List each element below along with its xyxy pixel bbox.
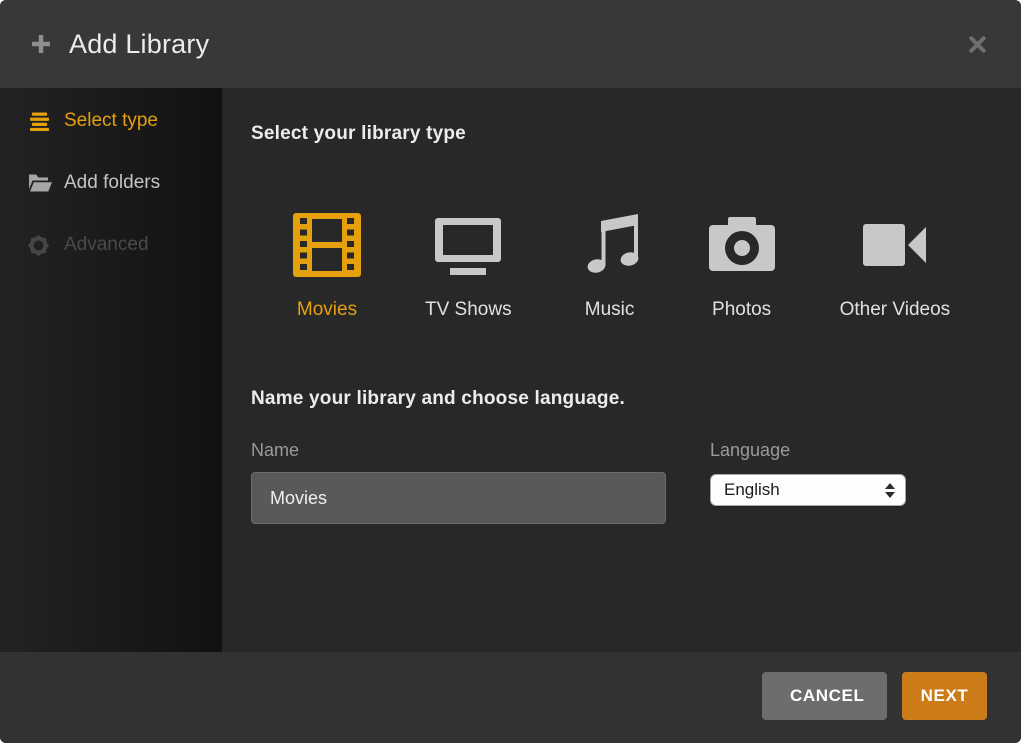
film-strip-icon [293,213,361,277]
folder-open-icon [28,173,52,193]
sidebar-item-select-type[interactable]: Select type [0,90,222,152]
library-type-music[interactable]: Music [576,213,644,321]
camera-icon [708,213,776,277]
plus-icon [30,33,52,55]
dialog-header: Add Library [0,0,1021,88]
language-label: Language [710,439,906,461]
close-icon [968,35,987,54]
language-select[interactable]: English [710,474,906,506]
library-type-row: Movies TV Shows [293,213,991,321]
library-type-label: Other Videos [840,299,951,321]
library-type-label: Movies [297,299,357,321]
library-name-input[interactable] [251,472,666,524]
main-panel: Select your library type [222,88,1021,652]
library-type-label: Photos [712,299,771,321]
add-library-dialog: Add Library [0,0,1021,743]
music-note-icon [576,213,644,277]
gear-icon [28,235,52,256]
video-camera-icon [861,213,929,277]
name-language-form: Name Language English [251,439,991,524]
library-type-label: TV Shows [425,299,512,321]
dialog-body: Select type Add folders [0,88,1021,652]
library-type-photos[interactable]: Photos [708,213,776,321]
tv-icon [434,213,502,277]
dialog-footer: CANCEL NEXT [0,652,1021,743]
name-field-group: Name [251,439,666,524]
close-button[interactable] [964,31,991,58]
library-type-label: Music [585,299,635,321]
language-field-group: Language English [710,439,906,524]
dialog-title: Add Library [69,29,209,60]
name-label: Name [251,439,666,461]
list-lines-icon [28,112,52,131]
library-type-heading: Select your library type [251,122,991,146]
cancel-button[interactable]: CANCEL [762,672,887,720]
sidebar-item-label: Add folders [64,172,160,194]
sidebar-item-advanced[interactable]: Advanced [0,214,222,276]
select-stepper-icon [885,483,895,498]
sidebar-item-label: Advanced [64,234,149,256]
sidebar: Select type Add folders [0,88,222,652]
language-selected-value: English [724,480,885,500]
name-language-heading: Name your library and choose language. [251,387,991,411]
library-type-other-videos[interactable]: Other Videos [840,213,951,321]
sidebar-item-add-folders[interactable]: Add folders [0,152,222,214]
library-type-movies[interactable]: Movies [293,213,361,321]
next-button[interactable]: NEXT [902,672,987,720]
library-type-tv-shows[interactable]: TV Shows [425,213,512,321]
sidebar-item-label: Select type [64,110,158,132]
